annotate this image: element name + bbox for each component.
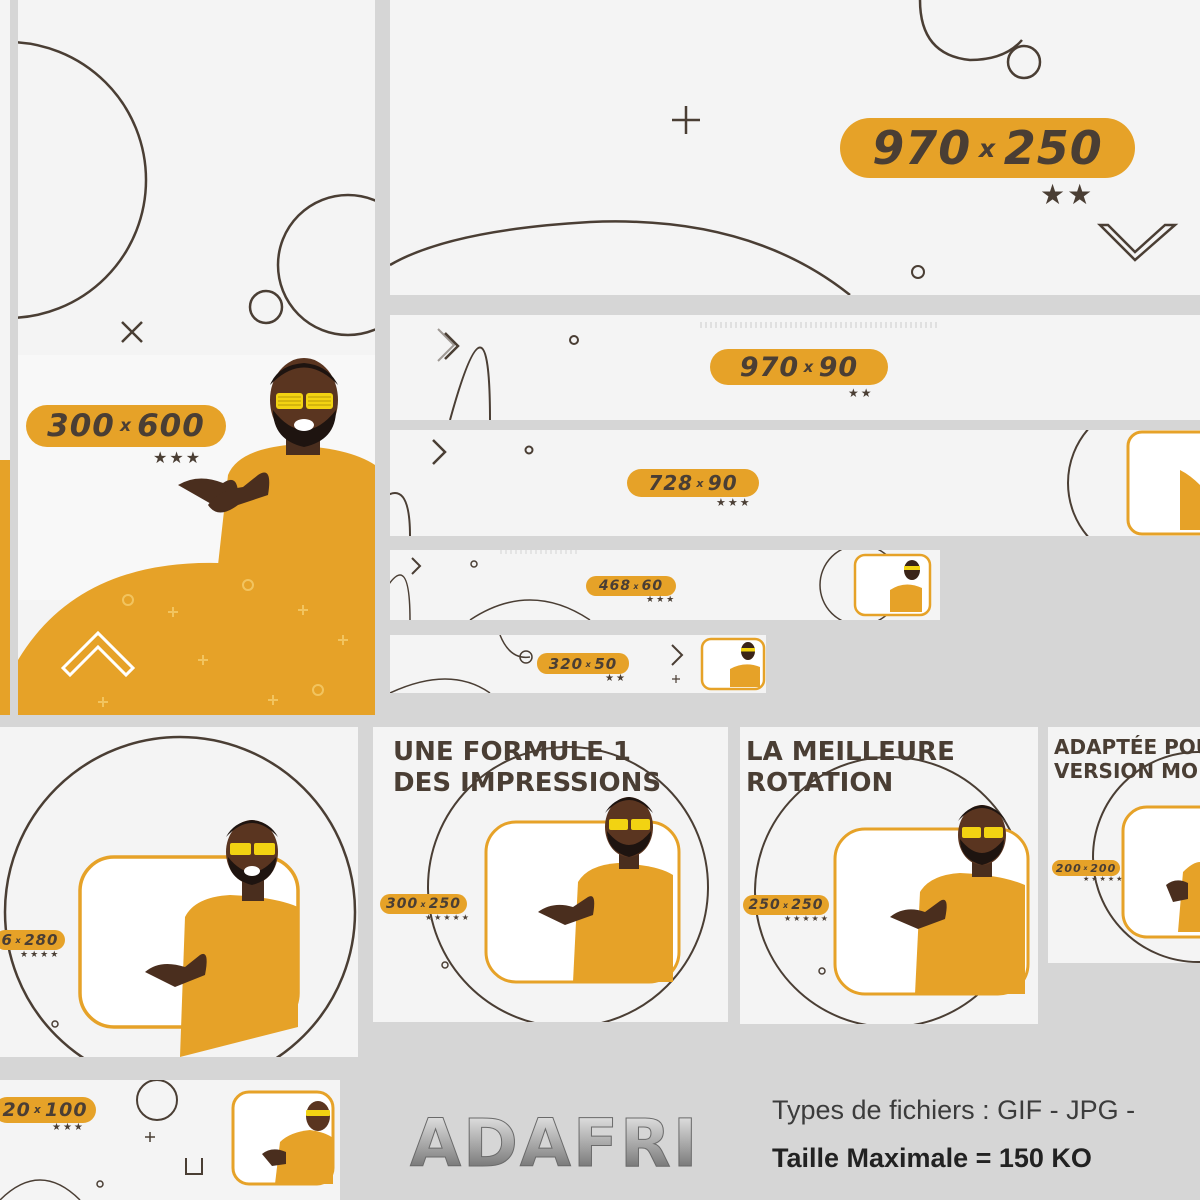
banner-decoration — [390, 430, 1200, 536]
size-width: 200 — [1055, 861, 1082, 875]
banner-336x280: 6 x 280 ★★★★ — [0, 727, 358, 1057]
headline: ADAPTÉE POU VERSION MO — [1054, 735, 1200, 783]
size-height: 280 — [24, 931, 59, 949]
size-sep: x — [633, 581, 640, 591]
banner-468x60: 468 x 60 ★★★ — [390, 550, 940, 620]
banner-200x200: ADAPTÉE POU VERSION MO 200 x 200 ★★★★★ — [1048, 727, 1200, 963]
size-width: 728 — [648, 471, 694, 495]
banner-250x250: LA MEILLEURE ROTATION 250 x 250 ★★★★★ — [740, 727, 1038, 1024]
logo-mark: ADAFRI — [410, 1105, 699, 1183]
size-pill-728x90: 728 x 90 — [627, 469, 759, 497]
size-pill-200x200: 200 x 200 — [1052, 860, 1120, 876]
size-width: 970 — [872, 121, 972, 175]
size-width: 300 — [385, 896, 419, 912]
size-sep: x — [783, 900, 789, 910]
headline-line-1: LA MEILLEURE — [746, 737, 955, 767]
max-size-text: Taille Maximale = 150 KO — [772, 1143, 1092, 1173]
size-height: 50 — [594, 654, 618, 673]
rating-stars: ★★ — [848, 386, 874, 400]
size-height: 60 — [641, 578, 664, 594]
rating-stars: ★★★★★ — [784, 914, 830, 923]
logo-text: ADAFRI — [410, 1105, 699, 1178]
size-pill-970x90: 970 x 90 — [710, 349, 888, 385]
file-types-text: Types de fichiers : GIF - JPG - — [772, 1095, 1136, 1125]
size-pill-970x250: 970 x 250 — [840, 118, 1135, 178]
rating-stars: ★★★★ — [20, 950, 61, 960]
headline-line-2: VERSION MO — [1054, 759, 1198, 783]
banner-970x250: 970 x 250 ★★ — [390, 0, 1200, 295]
size-height: 200 — [1090, 861, 1117, 875]
size-width: 970 — [739, 351, 800, 383]
size-sep: x — [978, 133, 997, 163]
size-sep: x — [1083, 864, 1089, 872]
rating-stars: ★★★★★ — [1083, 875, 1125, 883]
headline: UNE FORMULE 1 DES IMPRESSIONS — [393, 737, 661, 799]
size-height: 250 — [791, 897, 824, 913]
banner-decoration — [3, 735, 357, 1057]
size-pill-336x280: 6 x 280 — [0, 930, 65, 950]
size-width: 468 — [598, 578, 632, 594]
banner-320x50: 320 x 50 ★★ — [390, 635, 766, 693]
size-sep: x — [420, 899, 427, 909]
adafri-logo: ADAFRI — [408, 1098, 708, 1183]
headline: LA MEILLEURE ROTATION — [746, 737, 955, 799]
rating-stars: ★★ — [1040, 178, 1095, 211]
size-width: 250 — [748, 897, 781, 913]
rating-stars: ★★★ — [52, 1122, 85, 1133]
size-width: 300 — [47, 408, 115, 444]
size-sep: x — [585, 658, 592, 669]
headline-line-2: DES IMPRESSIONS — [393, 768, 662, 799]
size-width: 20 — [2, 1099, 31, 1121]
size-height: 90 — [707, 471, 738, 495]
rating-stars: ★★ — [605, 673, 627, 684]
size-sep: x — [15, 935, 22, 945]
size-height: 250 — [428, 896, 462, 912]
banner-300x250: UNE FORMULE 1 DES IMPRESSIONS 300 x 250 ★★… — [373, 727, 728, 1022]
size-sep: x — [696, 476, 705, 490]
size-width: 320 — [548, 654, 584, 673]
rating-stars: ★★★★★ — [425, 913, 471, 922]
banner-728x90: 728 x 90 ★★★ — [390, 430, 1200, 536]
headline-line-2: ROTATION — [746, 768, 894, 799]
size-height: 250 — [1003, 121, 1103, 175]
partial-banner-left — [0, 0, 10, 715]
size-pill-300x250: 300 x 250 — [380, 894, 467, 914]
headline-line-1: UNE FORMULE 1 — [393, 737, 632, 767]
size-height: 90 — [818, 351, 859, 383]
size-width: 6 — [1, 931, 13, 949]
size-sep: x — [803, 358, 815, 376]
size-height: 100 — [44, 1099, 88, 1121]
size-pill-320x50: 320 x 50 — [537, 653, 629, 674]
person-photo — [178, 358, 375, 565]
banner-970x90: 970 x 90 ★★ — [390, 315, 1200, 420]
size-pill-468x60: 468 x 60 — [586, 576, 676, 596]
size-pill-320x100: 20 x 100 — [0, 1097, 96, 1123]
banner-320x100: 20 x 100 ★★★ — [0, 1080, 340, 1200]
headline-line-1: ADAPTÉE POU — [1054, 735, 1200, 759]
rating-stars: ★★★ — [716, 496, 752, 509]
size-sep: x — [120, 416, 132, 436]
rating-stars: ★★★ — [646, 595, 677, 605]
size-sep: x — [34, 1104, 42, 1116]
size-pill-250x250: 250 x 250 — [743, 895, 829, 915]
banner-300x600: 300 x 600 ★★★ — [18, 0, 375, 715]
partial-accent — [0, 460, 10, 715]
